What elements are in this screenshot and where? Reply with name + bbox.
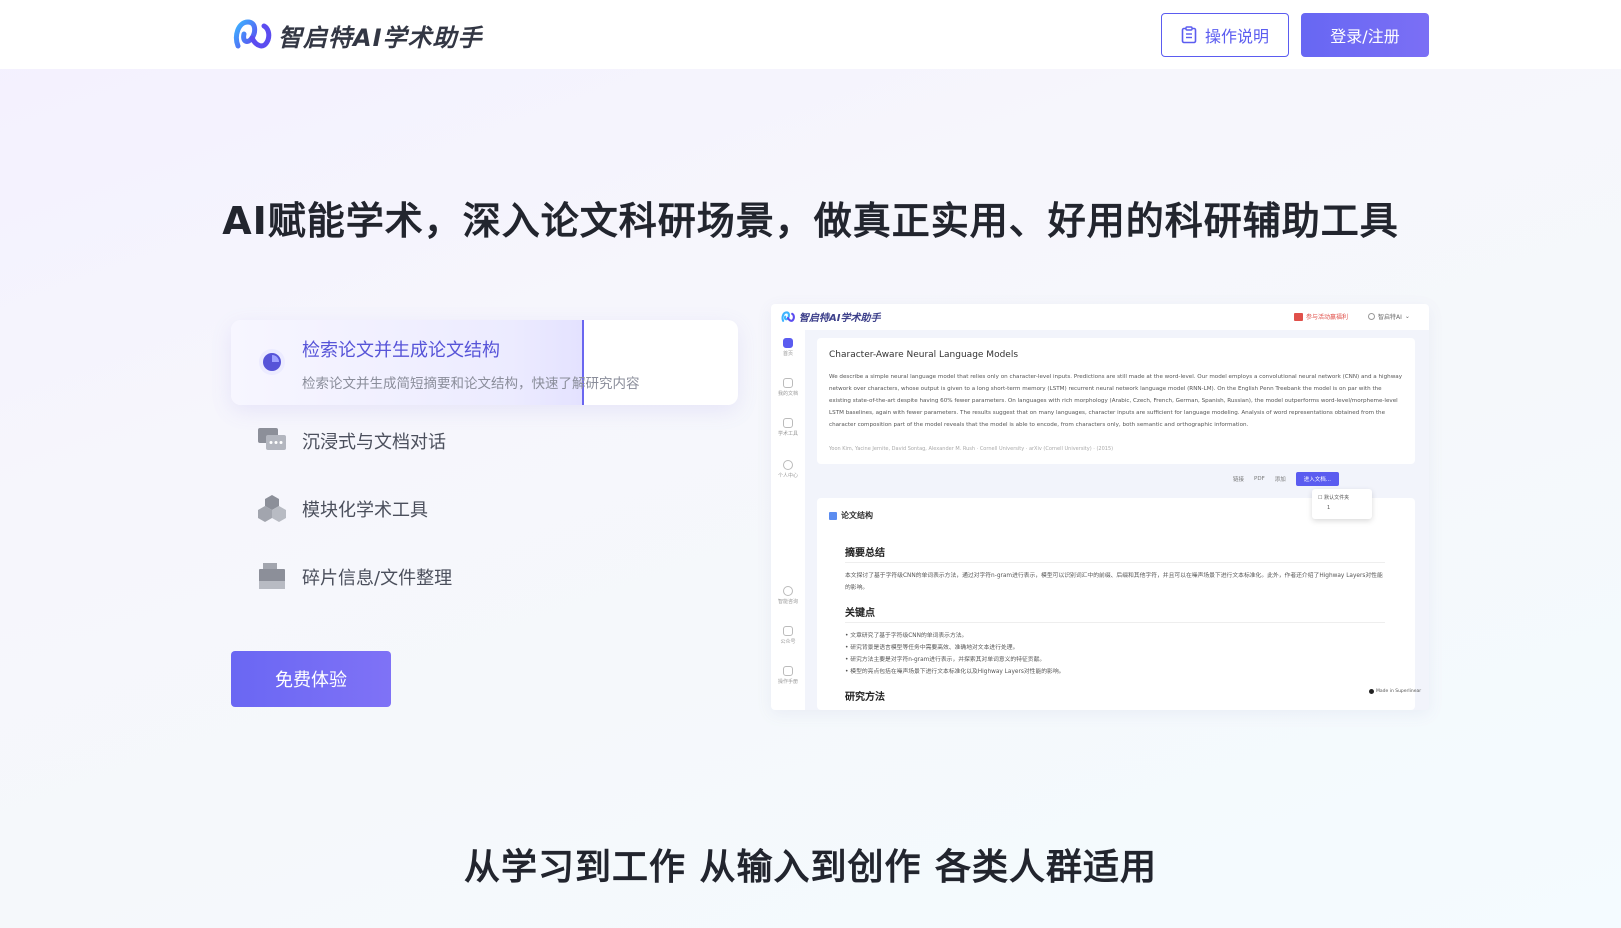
preview-nav-label: 首页 (782, 351, 793, 357)
preview-logo-icon (781, 310, 795, 322)
divider (845, 622, 1385, 623)
preview-summary-heading: 摘要总结 (845, 548, 885, 559)
top-navbar: 智启特AI学术助手 操作说明 登录/注册 (0, 0, 1621, 69)
preview-keypoint: • 模型的亮点包括在噪声场景下进行文本标准化以及Highway Layers对性… (845, 669, 1065, 675)
preview-nav-label: 学术工具 (777, 431, 798, 437)
badge-dot-icon (1369, 689, 1374, 694)
chevron-down-icon: ⌄ (1404, 313, 1410, 320)
feature-description: 检索论文并生成简短摘要和论文结构，快速了解研究内容 (302, 376, 640, 392)
preview-nav-label: 操作手册 (777, 679, 798, 685)
logo-text: 智启特AI学术助手 (278, 23, 483, 52)
preview-nav-label: 公众号 (780, 639, 796, 645)
preview-pdf-action: PDF (1254, 476, 1265, 482)
preview-nav-wechat: 公众号 (771, 626, 805, 645)
section-title: 从学习到工作 从输入到创作 各类人群适用 (463, 847, 1158, 888)
preview-paper-authors: Yoon Kim, Yacine Jernite, David Sontag, … (829, 446, 1114, 452)
preview-made-in-text: Made in Superlinear (1376, 689, 1422, 694)
preview-keypoint: • 研究背景是语言模型等任务中需要高效、准确地对文本进行处理。 (845, 645, 1019, 651)
clipboard-icon (1181, 26, 1197, 44)
hero-title: AI赋能学术，深入论文科研场景，做真正实用、好用的科研辅助工具 (222, 199, 1399, 243)
preview-link-action: 链接 (1233, 477, 1245, 483)
file-stack-icon (259, 563, 285, 589)
preview-structure-title: 论文结构 (829, 510, 873, 521)
preview-folder-dropdown: ☐ 默认文件夹 1 (1312, 489, 1372, 519)
preview-nav-docs: 我的文档 (771, 378, 805, 397)
search-doc-icon (259, 349, 285, 375)
feature-tab-document-chat[interactable]: 沉浸式与文档对话 (231, 420, 631, 460)
preview-paper-abstract: We describe a simple neural language mod… (829, 374, 1403, 428)
preview-folder-option: 1 (1318, 503, 1366, 513)
feature-tab-file-organize[interactable]: 碎片信息/文件整理 (231, 556, 631, 596)
feature-title: 检索论文并生成论文结构 (302, 340, 500, 361)
preview-methods-heading: 研究方法 (845, 692, 885, 703)
grid-icon (829, 511, 837, 520)
preview-folder-option-text: 默认文件夹 (1324, 495, 1350, 501)
preview-keypoint: • 研究方法主要是对字符n-gram进行表示，并探索其对单词意义的特征贡献。 (845, 657, 1046, 663)
preview-nav-label: 智能咨询 (777, 599, 798, 605)
preview-nav-home: 首页 (771, 338, 805, 357)
preview-keypoint: • 文章研究了基于字符级CNN的单词表示方法。 (845, 633, 968, 639)
preview-user-menu: 智启特AI ⌄ (1368, 312, 1410, 321)
preview-logo-text: 智启特AI学术助手 (799, 313, 881, 324)
free-trial-button[interactable]: 免费体验 (231, 651, 391, 707)
preview-paper-card: Character-Aware Neural Language Models W… (817, 338, 1415, 464)
feature-tab-modular-tools[interactable]: 模块化学术工具 (231, 488, 631, 528)
guide-button[interactable]: 操作说明 (1161, 13, 1289, 57)
login-register-button[interactable]: 登录/注册 (1301, 13, 1429, 57)
guide-button-label: 操作说明 (1204, 27, 1269, 46)
preview-nav-consult: 智能咨询 (771, 586, 805, 605)
preview-logo: 智启特AI学术助手 (781, 309, 880, 324)
preview-promo: 参与活动赢福利 (1294, 312, 1348, 321)
preview-paper-actions: 链接 PDF 添加 进入文档... (1233, 472, 1339, 486)
preview-nav-tools: 学术工具 (771, 418, 805, 437)
preview-nav-label: 我的文档 (777, 391, 798, 397)
preview-sidebar: 首页 我的文档 学术工具 个人中心 智能咨询 公众号 操作手册 (771, 330, 805, 710)
preview-structure-card: 论文结构 摘要总结 本文探讨了基于字符级CNN的单词表示方法，通过对字符n-gr… (817, 498, 1415, 710)
chat-bubbles-icon (258, 428, 286, 450)
preview-enter-doc-button: 进入文档... (1295, 472, 1339, 486)
preview-summary-text: 本文探讨了基于字符级CNN的单词表示方法，通过对字符n-gram进行表示，模型可… (845, 573, 1383, 591)
cubes-icon (258, 495, 286, 522)
preview-promo-text: 参与活动赢福利 (1306, 314, 1349, 321)
preview-user-text: 智启特AI (1378, 314, 1402, 321)
feature-title: 碎片信息/文件整理 (302, 568, 453, 589)
preview-keypoint-text: 研究背景是语言模型等任务中需要高效、准确地对文本进行处理。 (850, 645, 1019, 651)
preview-keypoint-text: 研究方法主要是对字符n-gram进行表示，并探索其对单词意义的特征贡献。 (850, 657, 1046, 663)
logo-mark-icon (233, 19, 272, 49)
user-icon (1368, 313, 1375, 320)
preview-keypoints-heading: 关键点 (845, 608, 875, 619)
preview-nav-manual: 操作手册 (771, 666, 805, 685)
preview-folder-option-text: 1 (1327, 505, 1331, 511)
logo[interactable]: 智启特AI学术助手 (232, 16, 483, 54)
preview-paper-title: Character-Aware Neural Language Models (829, 350, 1019, 360)
preview-nav-profile: 个人中心 (771, 460, 805, 479)
preview-topbar: 智启特AI学术助手 参与活动赢福利 智启特AI ⌄ (771, 304, 1429, 330)
preview-structure-title-text: 论文结构 (841, 511, 873, 520)
product-preview-image: 智启特AI学术助手 参与活动赢福利 智启特AI ⌄ 首页 我的文档 学术工具 个… (771, 304, 1429, 710)
feature-title: 模块化学术工具 (302, 500, 428, 521)
gift-icon (1294, 312, 1303, 321)
preview-folder-option: ☐ 默认文件夹 (1318, 495, 1350, 501)
preview-keypoint-text: 模型的亮点包括在噪声场景下进行文本标准化以及Highway Layers对性能的… (850, 669, 1065, 675)
feature-title: 沉浸式与文档对话 (302, 432, 446, 453)
divider (845, 562, 1385, 563)
preview-keypoint-text: 文章研究了基于字符级CNN的单词表示方法。 (850, 633, 968, 639)
feature-tab-search-papers[interactable]: 检索论文并生成论文结构 检索论文并生成简短摘要和论文结构，快速了解研究内容 (231, 320, 738, 405)
preview-nav-label: 个人中心 (777, 473, 798, 479)
preview-made-in-badge: Made in Superlinear (1369, 689, 1421, 694)
preview-add-action: 添加 (1274, 477, 1286, 483)
